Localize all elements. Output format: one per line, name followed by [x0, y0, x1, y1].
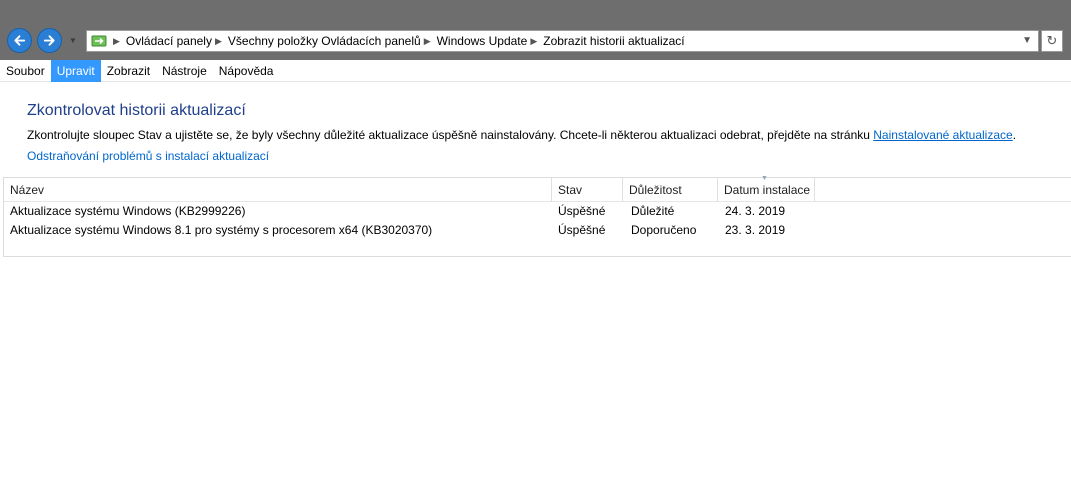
control-panel-icon	[91, 35, 107, 47]
description: Zkontrolujte sloupec Stav a ujistěte se,…	[27, 128, 1016, 142]
breadcrumb-separator[interactable]: ▶	[424, 36, 431, 47]
menu-napoveda[interactable]: Nápověda	[213, 60, 280, 82]
table-row[interactable]: Aktualizace systému Windows (KB2999226) …	[4, 202, 1071, 221]
description-end: .	[1012, 128, 1017, 142]
installed-updates-link[interactable]: Nainstalované aktualizace	[873, 128, 1012, 142]
navigation-bar: ▼ ▶ Ovládací panely ▶ Všechny položky Ov…	[0, 0, 1071, 60]
table-row[interactable]: Aktualizace systému Windows 8.1 pro syst…	[4, 221, 1071, 240]
back-button[interactable]	[7, 28, 32, 53]
page-title: Zkontrolovat historii aktualizací	[27, 102, 246, 119]
arrow-left-icon	[14, 35, 26, 46]
sort-indicator-icon: ▼	[761, 175, 768, 182]
forward-button[interactable]	[37, 28, 62, 53]
menu-zobrazit[interactable]: Zobrazit	[101, 60, 156, 82]
cell-importance: Doporučeno	[631, 223, 697, 237]
cell-status: Úspěšné	[558, 204, 606, 218]
breadcrumb-all-items[interactable]: Všechny položky Ovládacích panelů	[228, 34, 421, 48]
column-header-status[interactable]: Stav	[552, 178, 623, 202]
description-text: Zkontrolujte sloupec Stav a ujistěte se,…	[27, 128, 870, 142]
cell-name: Aktualizace systému Windows 8.1 pro syst…	[10, 223, 433, 237]
refresh-button[interactable]: ↻	[1041, 30, 1063, 52]
breadcrumb-separator[interactable]: ▶	[530, 36, 537, 47]
menu-soubor[interactable]: Soubor	[0, 60, 51, 82]
table-header: Název Stav Důležitost Datum instalace ▼	[4, 175, 1071, 202]
breadcrumb-control-panel[interactable]: Ovládací panely	[126, 34, 212, 48]
menu-upravit[interactable]: Upravit	[50, 60, 101, 82]
menu-bar: Soubor Upravit Zobrazit Nástroje Nápověd…	[0, 60, 1071, 82]
cell-name: Aktualizace systému Windows (KB2999226)	[10, 204, 246, 218]
chevron-down-icon: ▼	[69, 36, 77, 45]
recent-locations-button[interactable]: ▼	[69, 37, 77, 45]
cell-importance: Důležité	[631, 204, 675, 218]
cell-status: Úspěšné	[558, 223, 606, 237]
cell-install-date: 24. 3. 2019	[725, 204, 786, 218]
refresh-icon: ↻	[1046, 33, 1058, 48]
address-bar[interactable]: ▶ Ovládací panely ▶ Všechny položky Ovlá…	[86, 30, 1039, 52]
cell-install-date: 23. 3. 2019	[725, 223, 786, 237]
arrow-right-icon	[43, 35, 55, 46]
breadcrumb-update-history[interactable]: Zobrazit historii aktualizací	[543, 34, 684, 48]
menu-nastroje[interactable]: Nástroje	[156, 60, 213, 82]
breadcrumb-separator[interactable]: ▶	[215, 36, 222, 47]
column-header-importance[interactable]: Důležitost	[623, 178, 718, 202]
column-header-name[interactable]: Název	[4, 178, 552, 202]
update-history-table: Název Stav Důležitost Datum instalace ▼ …	[3, 175, 1071, 257]
address-dropdown-icon[interactable]: ▼	[1022, 35, 1032, 46]
troubleshoot-link[interactable]: Odstraňování problémů s instalací aktual…	[27, 149, 269, 163]
breadcrumb-separator[interactable]: ▶	[113, 36, 120, 47]
breadcrumb-windows-update[interactable]: Windows Update	[437, 34, 528, 48]
